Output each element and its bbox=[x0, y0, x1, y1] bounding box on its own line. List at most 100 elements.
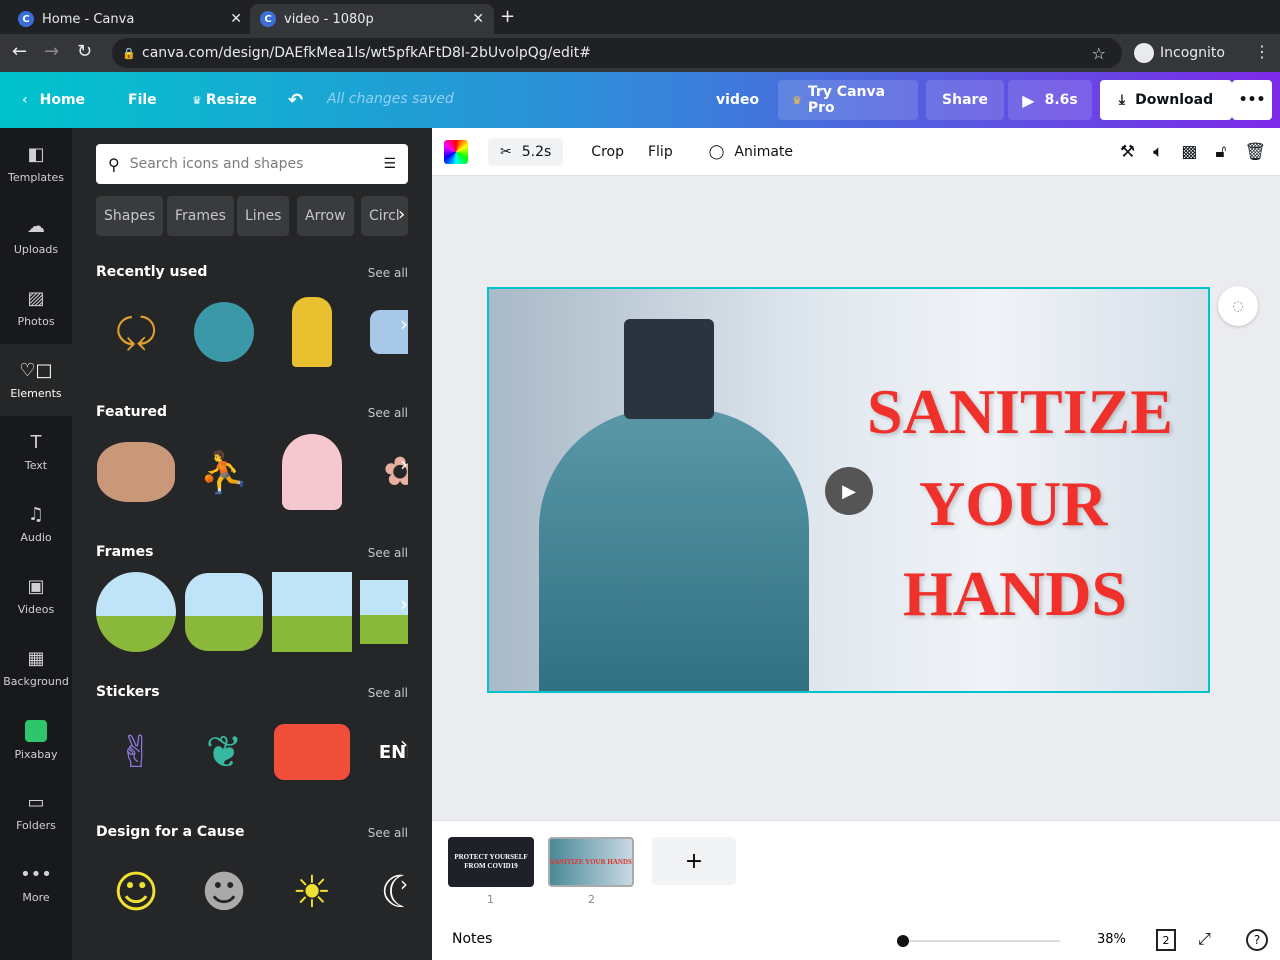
see-all-link[interactable]: See all bbox=[368, 266, 408, 280]
home-button[interactable]: ‹ Home bbox=[8, 80, 99, 120]
virus-graphic[interactable] bbox=[184, 292, 264, 372]
rail-photos[interactable]: ▨ Photos bbox=[0, 272, 72, 344]
browser-tab-video[interactable]: Cvideo - 1080p ✕ bbox=[250, 4, 494, 34]
rail-text[interactable]: T Text bbox=[0, 416, 72, 488]
fullscreen-icon[interactable]: ⤢ bbox=[1198, 929, 1211, 949]
rail-videos[interactable]: ▣ Videos bbox=[0, 560, 72, 632]
url-field[interactable]: 🔒 canva.com/design/DAEfkMea1ls/wt5pfkAFtD… bbox=[112, 38, 1122, 68]
section-recently-used: Recently used See all ⤹⤸ › bbox=[96, 264, 408, 374]
star-icon[interactable]: ☆ bbox=[1092, 44, 1106, 63]
see-all-link[interactable]: See all bbox=[368, 826, 408, 840]
dancers-graphic[interactable]: ⛹ bbox=[184, 432, 264, 512]
headline-line-2[interactable]: YOUR bbox=[919, 467, 1107, 541]
section-frames: Frames See all › bbox=[96, 544, 408, 654]
page-thumbnail-1[interactable]: PROTECT YOURSELF FROM COVID19 bbox=[448, 837, 534, 887]
rail-elements[interactable]: ♡□ Elements bbox=[0, 344, 72, 416]
more-options-button[interactable]: ••• bbox=[1232, 80, 1272, 120]
paint-roller-icon[interactable]: ⚒ bbox=[1120, 142, 1135, 162]
square-frame[interactable] bbox=[272, 572, 352, 652]
chip-frames[interactable]: Frames bbox=[167, 196, 234, 236]
browser-menu-icon[interactable]: ⋮ bbox=[1254, 42, 1270, 61]
incognito-badge[interactable]: Incognito bbox=[1134, 40, 1225, 66]
sun-face-graphic[interactable]: ☀ bbox=[272, 852, 352, 932]
zoom-slider-knob[interactable] bbox=[897, 935, 910, 947]
crop-button[interactable]: Crop bbox=[591, 144, 624, 160]
add-page-button[interactable]: + bbox=[652, 837, 736, 885]
document-title[interactable]: video bbox=[702, 80, 773, 120]
search-input[interactable]: ⚲ Search icons and shapes ☰ bbox=[96, 144, 408, 184]
scroll-right-icon[interactable]: › bbox=[400, 872, 408, 896]
reload-icon[interactable]: ↻ bbox=[77, 41, 92, 62]
rail-pixabay[interactable]: Pixabay bbox=[0, 704, 72, 776]
arrows-sticker[interactable]: ⤹⤸ bbox=[96, 292, 176, 372]
chips-next-icon[interactable]: › bbox=[398, 204, 405, 225]
finger-heart-sticker[interactable]: ✌ bbox=[96, 712, 176, 792]
circle-frame[interactable] bbox=[96, 572, 176, 652]
rail-more[interactable]: ••• More bbox=[0, 848, 72, 920]
leaf-sticker[interactable]: ❦ bbox=[184, 712, 264, 792]
volume-icon[interactable]: 🔈︎ bbox=[1153, 142, 1163, 162]
chip-lines[interactable]: Lines bbox=[237, 196, 290, 236]
forward-icon[interactable]: → bbox=[44, 41, 59, 62]
add-comment-icon[interactable]: ◌ bbox=[1218, 286, 1258, 326]
rail-audio[interactable]: ♫ Audio bbox=[0, 488, 72, 560]
headline-line-1[interactable]: SANITIZE bbox=[867, 375, 1173, 449]
new-tab-icon[interactable]: + bbox=[500, 6, 515, 27]
transparency-icon[interactable]: ▩ bbox=[1181, 142, 1197, 162]
close-tab-icon[interactable]: ✕ bbox=[230, 11, 242, 27]
rail-background[interactable]: ▦ Background bbox=[0, 632, 72, 704]
crown-icon: ♛ bbox=[792, 93, 802, 107]
more-dots-icon: ••• bbox=[20, 863, 52, 885]
love-bubble-sticker[interactable] bbox=[272, 712, 352, 792]
stick-figure-graphic[interactable]: ☺ bbox=[96, 852, 176, 932]
trim-button[interactable]: ✂ 5.2s bbox=[488, 137, 564, 166]
scallop-frame[interactable] bbox=[184, 572, 264, 652]
filter-icon[interactable]: ☰ bbox=[383, 156, 396, 172]
scroll-right-icon[interactable]: › bbox=[400, 452, 408, 476]
scroll-right-icon[interactable]: › bbox=[400, 312, 408, 336]
see-all-link[interactable]: See all bbox=[368, 546, 408, 560]
chip-arrow[interactable]: Arrow bbox=[297, 196, 354, 236]
help-button[interactable]: ? bbox=[1246, 929, 1268, 951]
resize-button[interactable]: ♛ Resize bbox=[178, 80, 271, 120]
undo-icon[interactable]: ↶ bbox=[274, 80, 317, 120]
page-count-button[interactable]: 2 bbox=[1156, 929, 1176, 951]
rock-graphic[interactable] bbox=[96, 432, 176, 512]
text-icon: T bbox=[30, 431, 42, 453]
headline-line-3[interactable]: HANDS bbox=[903, 557, 1127, 631]
design-page[interactable]: SANITIZE YOUR HANDS ▶ bbox=[487, 287, 1210, 693]
elements-shapes-icon: ♡□ bbox=[19, 359, 53, 381]
scroll-right-icon[interactable]: › bbox=[400, 592, 408, 616]
rail-uploads[interactable]: ☁ Uploads bbox=[0, 200, 72, 272]
sketch-face-graphic[interactable]: ☻ bbox=[184, 852, 264, 932]
lock-icon[interactable]: 🔓︎ bbox=[1215, 142, 1226, 162]
music-note-icon: ♫ bbox=[27, 503, 45, 525]
color-picker-icon[interactable] bbox=[444, 139, 468, 164]
play-button[interactable]: ▶ 8.6s bbox=[1008, 80, 1092, 120]
share-button[interactable]: Share bbox=[926, 80, 1004, 120]
chip-shapes[interactable]: Shapes bbox=[96, 196, 164, 236]
try-canva-pro-button[interactable]: ♛ Try Canva Pro bbox=[778, 80, 918, 120]
rail-label: Text bbox=[24, 458, 48, 472]
rail-templates[interactable]: ◧ Templates bbox=[0, 128, 72, 200]
file-button[interactable]: File bbox=[114, 80, 171, 120]
see-all-link[interactable]: See all bbox=[368, 406, 408, 420]
zoom-slider[interactable] bbox=[897, 935, 1060, 947]
notes-button[interactable]: Notes bbox=[452, 931, 492, 947]
scroll-right-icon[interactable]: › bbox=[400, 732, 408, 756]
close-tab-icon[interactable]: ✕ bbox=[472, 11, 484, 27]
templates-icon: ◧ bbox=[27, 143, 45, 165]
animate-button[interactable]: ◯ Animate bbox=[709, 144, 793, 160]
person-mask-graphic[interactable] bbox=[272, 292, 352, 372]
page-thumbnail-2[interactable]: SANITIZE YOUR HANDS bbox=[548, 837, 634, 887]
trash-icon[interactable]: 🗑︎ bbox=[1244, 142, 1266, 162]
back-icon[interactable]: ← bbox=[12, 41, 27, 62]
see-all-link[interactable]: See all bbox=[368, 686, 408, 700]
download-button[interactable]: ⤓ Download bbox=[1100, 80, 1232, 120]
zoom-level[interactable]: 38% bbox=[1097, 932, 1126, 947]
video-play-icon[interactable]: ▶ bbox=[825, 467, 873, 515]
browser-tab-home[interactable]: C Home - Canva ✕ bbox=[8, 4, 252, 34]
flip-button[interactable]: Flip bbox=[648, 144, 673, 160]
snow-globe-graphic[interactable] bbox=[272, 432, 352, 512]
rail-folders[interactable]: ▭ Folders bbox=[0, 776, 72, 848]
